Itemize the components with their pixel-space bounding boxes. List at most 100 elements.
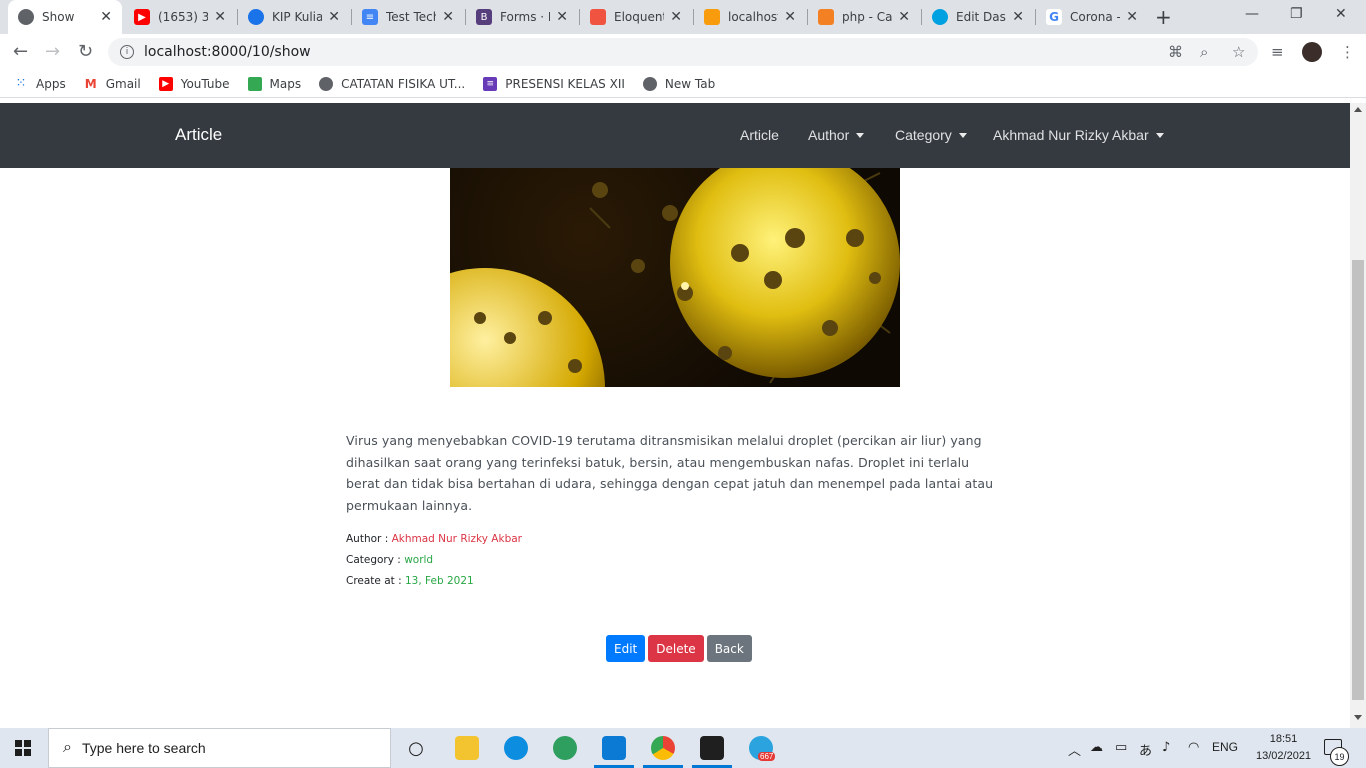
- forward-arrow-icon[interactable]: →: [45, 41, 60, 62]
- page-viewport: Article Article Author Category Akhmad N…: [0, 103, 1350, 728]
- phpmyadmin-icon: [704, 9, 720, 25]
- tab-eloquent[interactable]: Eloquent ✕: [580, 0, 692, 34]
- laravel-icon: [590, 9, 606, 25]
- bookmark-label: Apps: [36, 76, 66, 91]
- back-arrow-icon[interactable]: ←: [13, 41, 28, 62]
- url-text: localhost:8000/10/show: [144, 44, 311, 60]
- close-icon[interactable]: ✕: [1126, 9, 1138, 25]
- minimize-button[interactable]: —: [1245, 6, 1259, 22]
- address-bar[interactable]: i localhost:8000/10/show: [108, 38, 1258, 66]
- volume-icon[interactable]: ♪: [1162, 740, 1170, 755]
- system-clock[interactable]: 18:51 13/02/2021: [1256, 731, 1311, 765]
- search-icon: ⌕: [63, 739, 72, 756]
- nav-author-dropdown[interactable]: Author: [808, 127, 865, 143]
- docs-icon: ≡: [362, 9, 378, 25]
- close-icon[interactable]: ✕: [214, 9, 226, 25]
- stackoverflow-icon: [818, 9, 834, 25]
- new-tab-button[interactable]: +: [1155, 5, 1172, 29]
- bookmark-new-tab[interactable]: New Tab: [642, 76, 715, 91]
- bookmark-presensi[interactable]: ≡ PRESENSI KELAS XII: [483, 76, 625, 91]
- back-button[interactable]: Back: [706, 635, 752, 662]
- task-view-icon[interactable]: ○: [404, 736, 428, 760]
- restore-button[interactable]: ❐: [1290, 6, 1303, 22]
- youtube-icon: ▶: [158, 76, 173, 91]
- edit-button[interactable]: Edit: [606, 635, 646, 662]
- close-icon[interactable]: ✕: [442, 9, 454, 25]
- nav-label: Article: [740, 127, 779, 143]
- tab-localhost[interactable]: localhost ✕: [694, 0, 806, 34]
- close-icon[interactable]: ✕: [100, 9, 112, 25]
- bookmark-apps[interactable]: ⁙ Apps: [14, 76, 66, 91]
- terminal-icon[interactable]: [700, 736, 724, 760]
- maps-icon: [247, 76, 262, 91]
- created-value: 13, Feb 2021: [405, 575, 474, 587]
- onedrive-cloud-icon[interactable]: ☁: [1090, 740, 1103, 755]
- google-icon: G: [1046, 9, 1062, 25]
- tab-label: (1653) 36: [158, 10, 209, 24]
- close-icon[interactable]: ✕: [1012, 9, 1024, 25]
- ime-icon[interactable]: あ: [1139, 740, 1152, 759]
- scroll-up-arrow-icon[interactable]: [1354, 107, 1362, 112]
- caret-down-icon: [856, 132, 865, 138]
- zoom-icon[interactable]: ⌕: [1200, 43, 1208, 61]
- navbar-brand[interactable]: Article: [175, 125, 222, 145]
- nav-article[interactable]: Article: [740, 127, 779, 143]
- page-scrollbar[interactable]: [1350, 103, 1366, 728]
- caret-down-icon: [958, 132, 967, 138]
- media-control-icon[interactable]: ≡: [1271, 43, 1284, 61]
- article-created-line: Create at : 13, Feb 2021: [346, 575, 474, 587]
- edge-icon[interactable]: [504, 736, 528, 760]
- close-window-button[interactable]: ✕: [1335, 6, 1347, 22]
- translate-icon[interactable]: ⌘: [1168, 43, 1183, 61]
- scroll-down-arrow-icon[interactable]: [1354, 715, 1362, 720]
- tab-label: KIP Kuliah: [272, 10, 323, 24]
- show-hidden-icons-chevron-icon[interactable]: ︿: [1068, 740, 1081, 759]
- nav-label: Akhmad Nur Rizky Akbar: [993, 127, 1149, 143]
- taskbar-search-input[interactable]: ⌕ Type here to search: [48, 728, 391, 768]
- bookmark-star-icon[interactable]: ☆: [1232, 43, 1245, 61]
- close-icon[interactable]: ✕: [328, 9, 340, 25]
- chrome-icon[interactable]: [651, 736, 675, 760]
- tab-forms[interactable]: B Forms · B ✕: [466, 0, 578, 34]
- browser-toolbar: ← → ↻ i localhost:8000/10/show ⌘ ⌕ ☆ ≡ ⋮: [0, 34, 1366, 70]
- bookmark-gmail[interactable]: M Gmail: [84, 77, 141, 91]
- tab-youtube[interactable]: ▶ (1653) 36 ✕: [124, 0, 236, 34]
- tab-label: Show: [42, 10, 75, 24]
- close-icon[interactable]: ✕: [898, 9, 910, 25]
- tab-kip[interactable]: KIP Kuliah ✕: [238, 0, 350, 34]
- tab-edit-dash[interactable]: Edit Dash ✕: [922, 0, 1034, 34]
- close-icon[interactable]: ✕: [784, 9, 796, 25]
- profile-avatar[interactable]: [1302, 42, 1322, 62]
- caret-down-icon: [1155, 132, 1164, 138]
- close-icon[interactable]: ✕: [556, 9, 568, 25]
- delete-button[interactable]: Delete: [648, 635, 704, 662]
- scroll-thumb[interactable]: [1352, 260, 1364, 700]
- bookmark-label: YouTube: [180, 76, 230, 91]
- windows-taskbar: ⌕ Type here to search ○ 667 ︿ ☁ ▭ あ ♪ ◠ …: [0, 728, 1366, 768]
- info-icon[interactable]: i: [120, 45, 134, 59]
- article-category-line: Category : world: [346, 554, 433, 566]
- windows-start-icon[interactable]: [15, 740, 31, 756]
- nav-user-dropdown[interactable]: Akhmad Nur Rizky Akbar: [993, 127, 1164, 143]
- tab-php[interactable]: php - Car ✕: [808, 0, 920, 34]
- language-indicator[interactable]: ENG: [1212, 740, 1238, 754]
- wifi-icon[interactable]: ◠: [1188, 740, 1199, 755]
- nav-label: Category: [895, 127, 952, 143]
- tab-label: localhost: [728, 10, 779, 24]
- vscode-icon[interactable]: [602, 736, 626, 760]
- close-icon[interactable]: ✕: [670, 9, 682, 25]
- bookmark-catatan-fisika[interactable]: CATATAN FISIKA UT...: [319, 76, 465, 91]
- created-label: Create at :: [346, 575, 405, 587]
- nav-category-dropdown[interactable]: Category: [895, 127, 967, 143]
- more-menu-icon[interactable]: ⋮: [1340, 43, 1355, 61]
- tab-test-tech[interactable]: ≡ Test Tech ✕: [352, 0, 464, 34]
- tab-corona[interactable]: G Corona - ✕: [1036, 0, 1148, 34]
- battery-icon[interactable]: ▭: [1115, 740, 1127, 755]
- reload-icon[interactable]: ↻: [78, 41, 93, 62]
- file-explorer-icon[interactable]: [455, 736, 479, 760]
- atom-icon[interactable]: [553, 736, 577, 760]
- bookmark-maps[interactable]: Maps: [247, 76, 301, 91]
- cloud-icon: [932, 9, 948, 25]
- bookmark-youtube[interactable]: ▶ YouTube: [158, 76, 230, 91]
- tab-show[interactable]: Show ✕: [8, 0, 122, 34]
